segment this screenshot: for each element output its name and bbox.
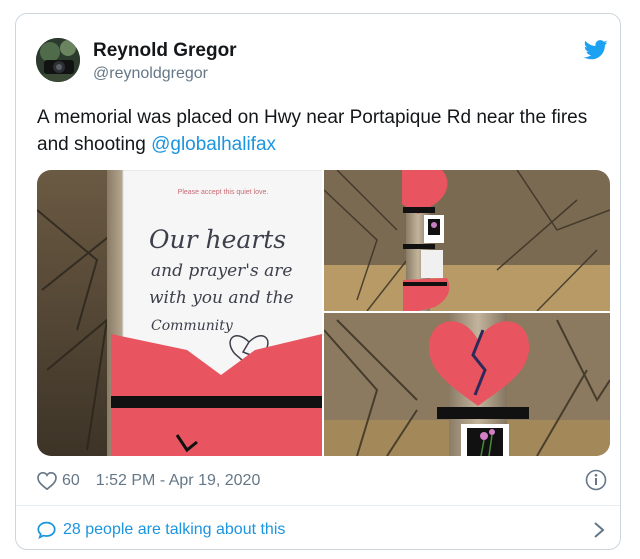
author-avatar[interactable] (36, 38, 80, 82)
media-photo-bottom-right[interactable] (323, 313, 610, 456)
mention-link[interactable]: @globalhalifax (151, 134, 276, 155)
tweet-timestamp[interactable]: 1:52 PM - Apr 19, 2020 (96, 472, 261, 490)
tweet-text: A memorial was placed on Hwy near Portap… (37, 104, 617, 158)
media-photo-left[interactable]: Please accept this quiet love. Our heart… (37, 170, 324, 456)
media-photo-top-right[interactable] (323, 170, 610, 312)
conversation-link[interactable]: 28 people are talking about this (37, 521, 285, 539)
chevron-right-icon[interactable] (592, 521, 606, 539)
tweet-card: Reynold Gregor @reynoldgregor A memorial… (15, 13, 621, 550)
conversation-text: 28 people are talking about this (63, 521, 286, 538)
like-button[interactable]: 60 (37, 472, 80, 490)
like-count: 60 (62, 472, 80, 489)
note-line-2: and prayer's are (151, 261, 292, 281)
note-header: Please accept this quiet love. (178, 189, 269, 196)
tweet-media-grid[interactable]: Please accept this quiet love. Our heart… (37, 170, 610, 456)
info-icon[interactable] (585, 469, 607, 491)
divider (16, 505, 620, 506)
note-line-4: Community (151, 318, 234, 334)
author-handle[interactable]: @reynoldgregor (93, 64, 208, 84)
note-line-3: with you and the (149, 288, 294, 308)
tweet-text-body: A memorial was placed on Hwy near Portap… (37, 107, 588, 155)
twitter-bird-icon[interactable] (584, 40, 608, 60)
note-line-1: Our hearts (149, 225, 286, 254)
author-name[interactable]: Reynold Gregor (93, 40, 237, 62)
speech-bubble-icon (37, 521, 56, 539)
heart-icon (37, 472, 57, 490)
tweet-meta: 60 1:52 PM - Apr 19, 2020 (37, 469, 260, 493)
